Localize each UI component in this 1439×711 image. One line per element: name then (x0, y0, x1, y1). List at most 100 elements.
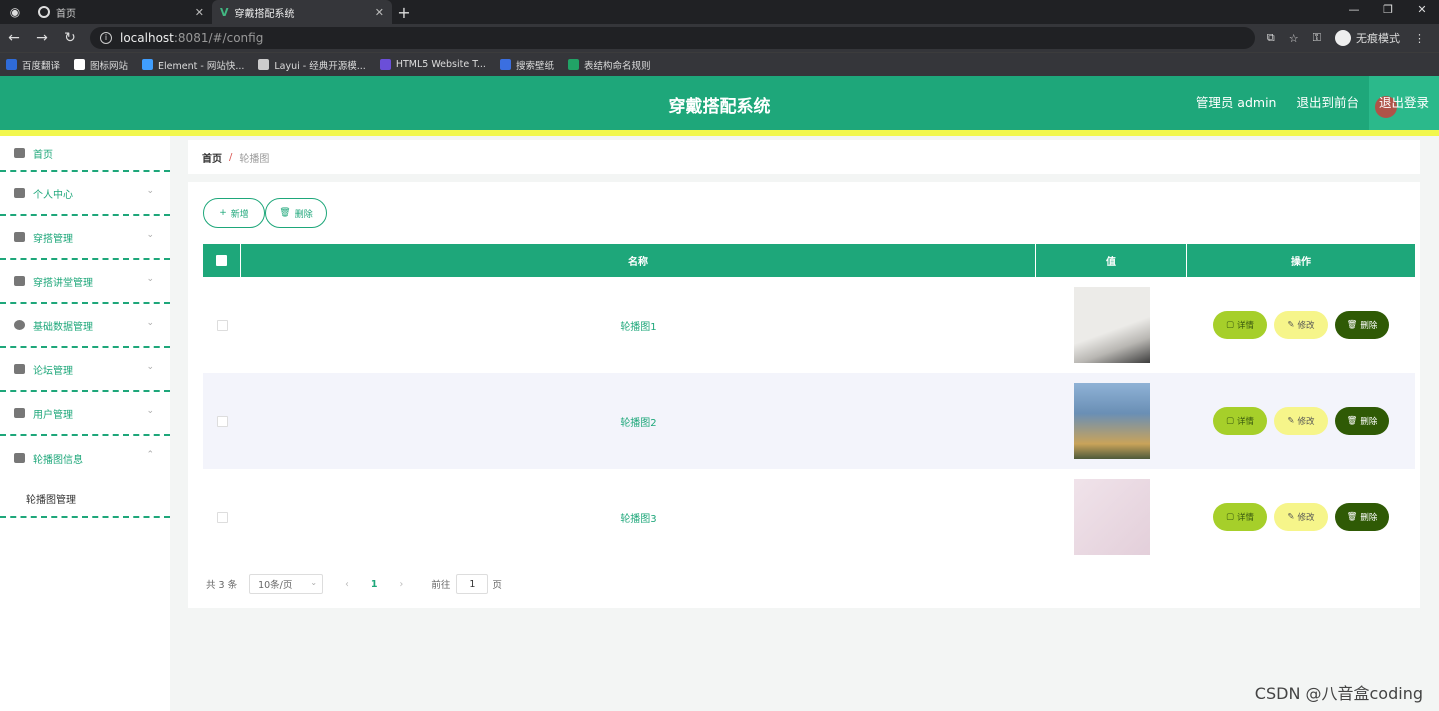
bookmark-icon (258, 59, 270, 70)
row-name: 轮播图3 (620, 513, 657, 525)
select-all-checkbox[interactable] (216, 255, 227, 266)
briefcase-icon (14, 453, 25, 463)
header-actions: 管理员 admin 退出到前台 退出登录 (1186, 76, 1439, 130)
breadcrumb: 首页 / 轮播图 (188, 140, 1420, 174)
bookmark-star-icon[interactable]: ☆ (1289, 32, 1299, 45)
sidebar-item-outfits[interactable]: 穿搭管理 ⌄ (0, 216, 170, 260)
address-bar: ← → ↻ i localhost:8081/#/config ⧉ ☆ ⚿ 无痕… (0, 24, 1439, 52)
home-icon (14, 148, 25, 158)
edit-button[interactable]: ✎ 修改 (1274, 311, 1328, 339)
translate-icon[interactable]: ⧉ (1267, 31, 1275, 45)
close-icon[interactable]: ✕ (375, 6, 384, 19)
edit-button[interactable]: ✎ 修改 (1274, 503, 1328, 531)
breadcrumb-home[interactable]: 首页 (202, 150, 222, 165)
sidebar-subitem-carousel-manage[interactable]: 轮播图管理 (0, 480, 170, 518)
table-row: 轮播图2 ▢ 详情 ✎ 修改 🗑 删除 (203, 373, 1415, 469)
bookmark-item[interactable]: Element - 网站快... (142, 58, 244, 72)
prev-page-icon[interactable]: ‹ (345, 579, 349, 590)
bookmark-item[interactable]: 搜索壁纸 (499, 58, 554, 72)
logout-button[interactable]: 退出登录 (1368, 76, 1439, 130)
row-checkbox[interactable] (216, 415, 228, 427)
doc-icon: ▢ (1225, 416, 1234, 426)
sidebar-item-carousel[interactable]: 轮播图信息 ⌃ (0, 436, 170, 480)
next-page-icon[interactable]: › (400, 579, 404, 590)
browser-tab-bar: ◉ 首页 ✕ V 穿戴搭配系统 ✕ + — ❐ ✕ (0, 0, 1439, 24)
bookmark-item[interactable]: 百度翻译 (6, 58, 60, 72)
row-checkbox[interactable] (216, 319, 228, 331)
minimize-icon[interactable]: — (1337, 0, 1371, 24)
page-number-current[interactable]: 1 (371, 579, 378, 590)
new-tab-button[interactable]: + (392, 0, 416, 24)
pencil-icon: ✎ (1287, 512, 1295, 522)
bookmark-icon (6, 59, 17, 70)
detail-button[interactable]: ▢ 详情 (1213, 503, 1267, 531)
row-select-cell (203, 469, 241, 565)
menu-icon[interactable]: ⋮ (1414, 32, 1425, 45)
maximize-icon[interactable]: ❐ (1371, 0, 1405, 24)
sidebar: 首页 个人中心 ⌄ 穿搭管理 ⌄ 穿搭讲堂管理 ⌄ 基础数据管理 ⌄ 论坛管理 … (0, 136, 170, 711)
table-row: 轮播图1 ▢ 详情 ✎ 修改 🗑 删除 (203, 277, 1415, 373)
row-checkbox[interactable] (216, 511, 228, 523)
sidebar-item-users[interactable]: 用户管理 ⌄ (0, 392, 170, 436)
incognito-label: 无痕模式 (1356, 32, 1400, 45)
trash-icon: 🗑 (279, 208, 291, 218)
chevron-down-icon: ⌄ (146, 318, 154, 328)
reload-icon[interactable]: ↻ (62, 30, 78, 46)
browser-tab-active[interactable]: V 穿戴搭配系统 ✕ (212, 0, 392, 24)
url-host: localhost (120, 31, 174, 45)
detail-button[interactable]: ▢ 详情 (1213, 407, 1267, 435)
breadcrumb-current: 轮播图 (239, 153, 270, 165)
sidebar-item-basic-data[interactable]: 基础数据管理 ⌄ (0, 304, 170, 348)
carousel-thumbnail[interactable] (1073, 287, 1150, 363)
app-header: 穿戴搭配系统 管理员 admin 退出到前台 退出登录 (0, 76, 1439, 136)
column-header-name[interactable]: 名称 (241, 244, 1036, 277)
goto-page-input[interactable]: 1 (456, 574, 489, 594)
bookmark-item[interactable]: 图标网站 (74, 58, 128, 72)
sidebar-item-profile[interactable]: 个人中心 ⌄ (0, 172, 170, 216)
row-actions: ▢ 详情 ✎ 修改 🗑 删除 (1187, 373, 1415, 469)
edit-button[interactable]: ✎ 修改 (1274, 407, 1328, 435)
url-path: :8081/#/config (173, 31, 264, 45)
key-icon[interactable]: ⚿ (1313, 31, 1321, 45)
detail-button[interactable]: ▢ 详情 (1213, 311, 1267, 339)
info-icon[interactable]: i (100, 32, 112, 44)
incognito-badge[interactable]: 无痕模式 (1335, 30, 1400, 46)
row-select-cell (203, 373, 241, 469)
browser-tab-home[interactable]: 首页 ✕ (30, 0, 212, 24)
watermark: CSDN @八音盒coding (1254, 684, 1423, 703)
row-delete-button[interactable]: 🗑 删除 (1335, 311, 1389, 339)
bookmark-item[interactable]: 表结构命名规则 (567, 58, 650, 72)
url-input[interactable]: i localhost:8081/#/config (90, 27, 1255, 49)
address-bar-actions: ⧉ ☆ ⚿ 无痕模式 ⋮ (1267, 30, 1433, 46)
row-name: 轮播图2 (620, 417, 657, 429)
carousel-thumbnail[interactable] (1073, 479, 1150, 555)
chevron-down-icon: ⌄ (146, 274, 154, 284)
row-value-cell (1036, 469, 1187, 565)
table-header: 名称 值 操作 (203, 244, 1415, 277)
table-row: 轮播图3 ▢ 详情 ✎ 修改 🗑 删除 (203, 469, 1415, 565)
column-header-value[interactable]: 值 (1036, 244, 1187, 277)
tab-search-icon[interactable]: ◉ (0, 0, 30, 24)
bookmark-icon (567, 59, 579, 70)
add-button[interactable]: + 新增 (203, 198, 265, 228)
delete-button[interactable]: 🗑 删除 (265, 198, 327, 228)
page-size-select[interactable]: 10条/页 ⌄ (249, 574, 324, 594)
vue-icon: V (220, 5, 229, 19)
bookmark-item[interactable]: Layui - 经典开源模... (258, 58, 366, 72)
toolbar: + 新增 🗑 删除 (203, 198, 327, 228)
sidebar-item-forum[interactable]: 论坛管理 ⌄ (0, 348, 170, 392)
sidebar-item-lectures[interactable]: 穿搭讲堂管理 ⌄ (0, 260, 170, 304)
chat-icon (14, 276, 25, 286)
forward-icon[interactable]: → (34, 30, 50, 46)
trash-icon: 🗑 (1346, 416, 1358, 426)
row-delete-button[interactable]: 🗑 删除 (1335, 407, 1389, 435)
row-delete-button[interactable]: 🗑 删除 (1335, 503, 1389, 531)
close-icon[interactable]: ✕ (195, 6, 204, 19)
sidebar-item-home[interactable]: 首页 (0, 136, 170, 172)
back-icon[interactable]: ← (6, 30, 22, 46)
to-front-link[interactable]: 退出到前台 (1286, 76, 1369, 130)
pagination: 共 3 条 10条/页 ⌄ ‹ 1 › 前往 1 页 (206, 574, 502, 594)
bookmark-item[interactable]: HTML5 Website T... (379, 59, 486, 70)
carousel-thumbnail[interactable] (1073, 383, 1150, 459)
close-window-icon[interactable]: ✕ (1405, 0, 1439, 24)
